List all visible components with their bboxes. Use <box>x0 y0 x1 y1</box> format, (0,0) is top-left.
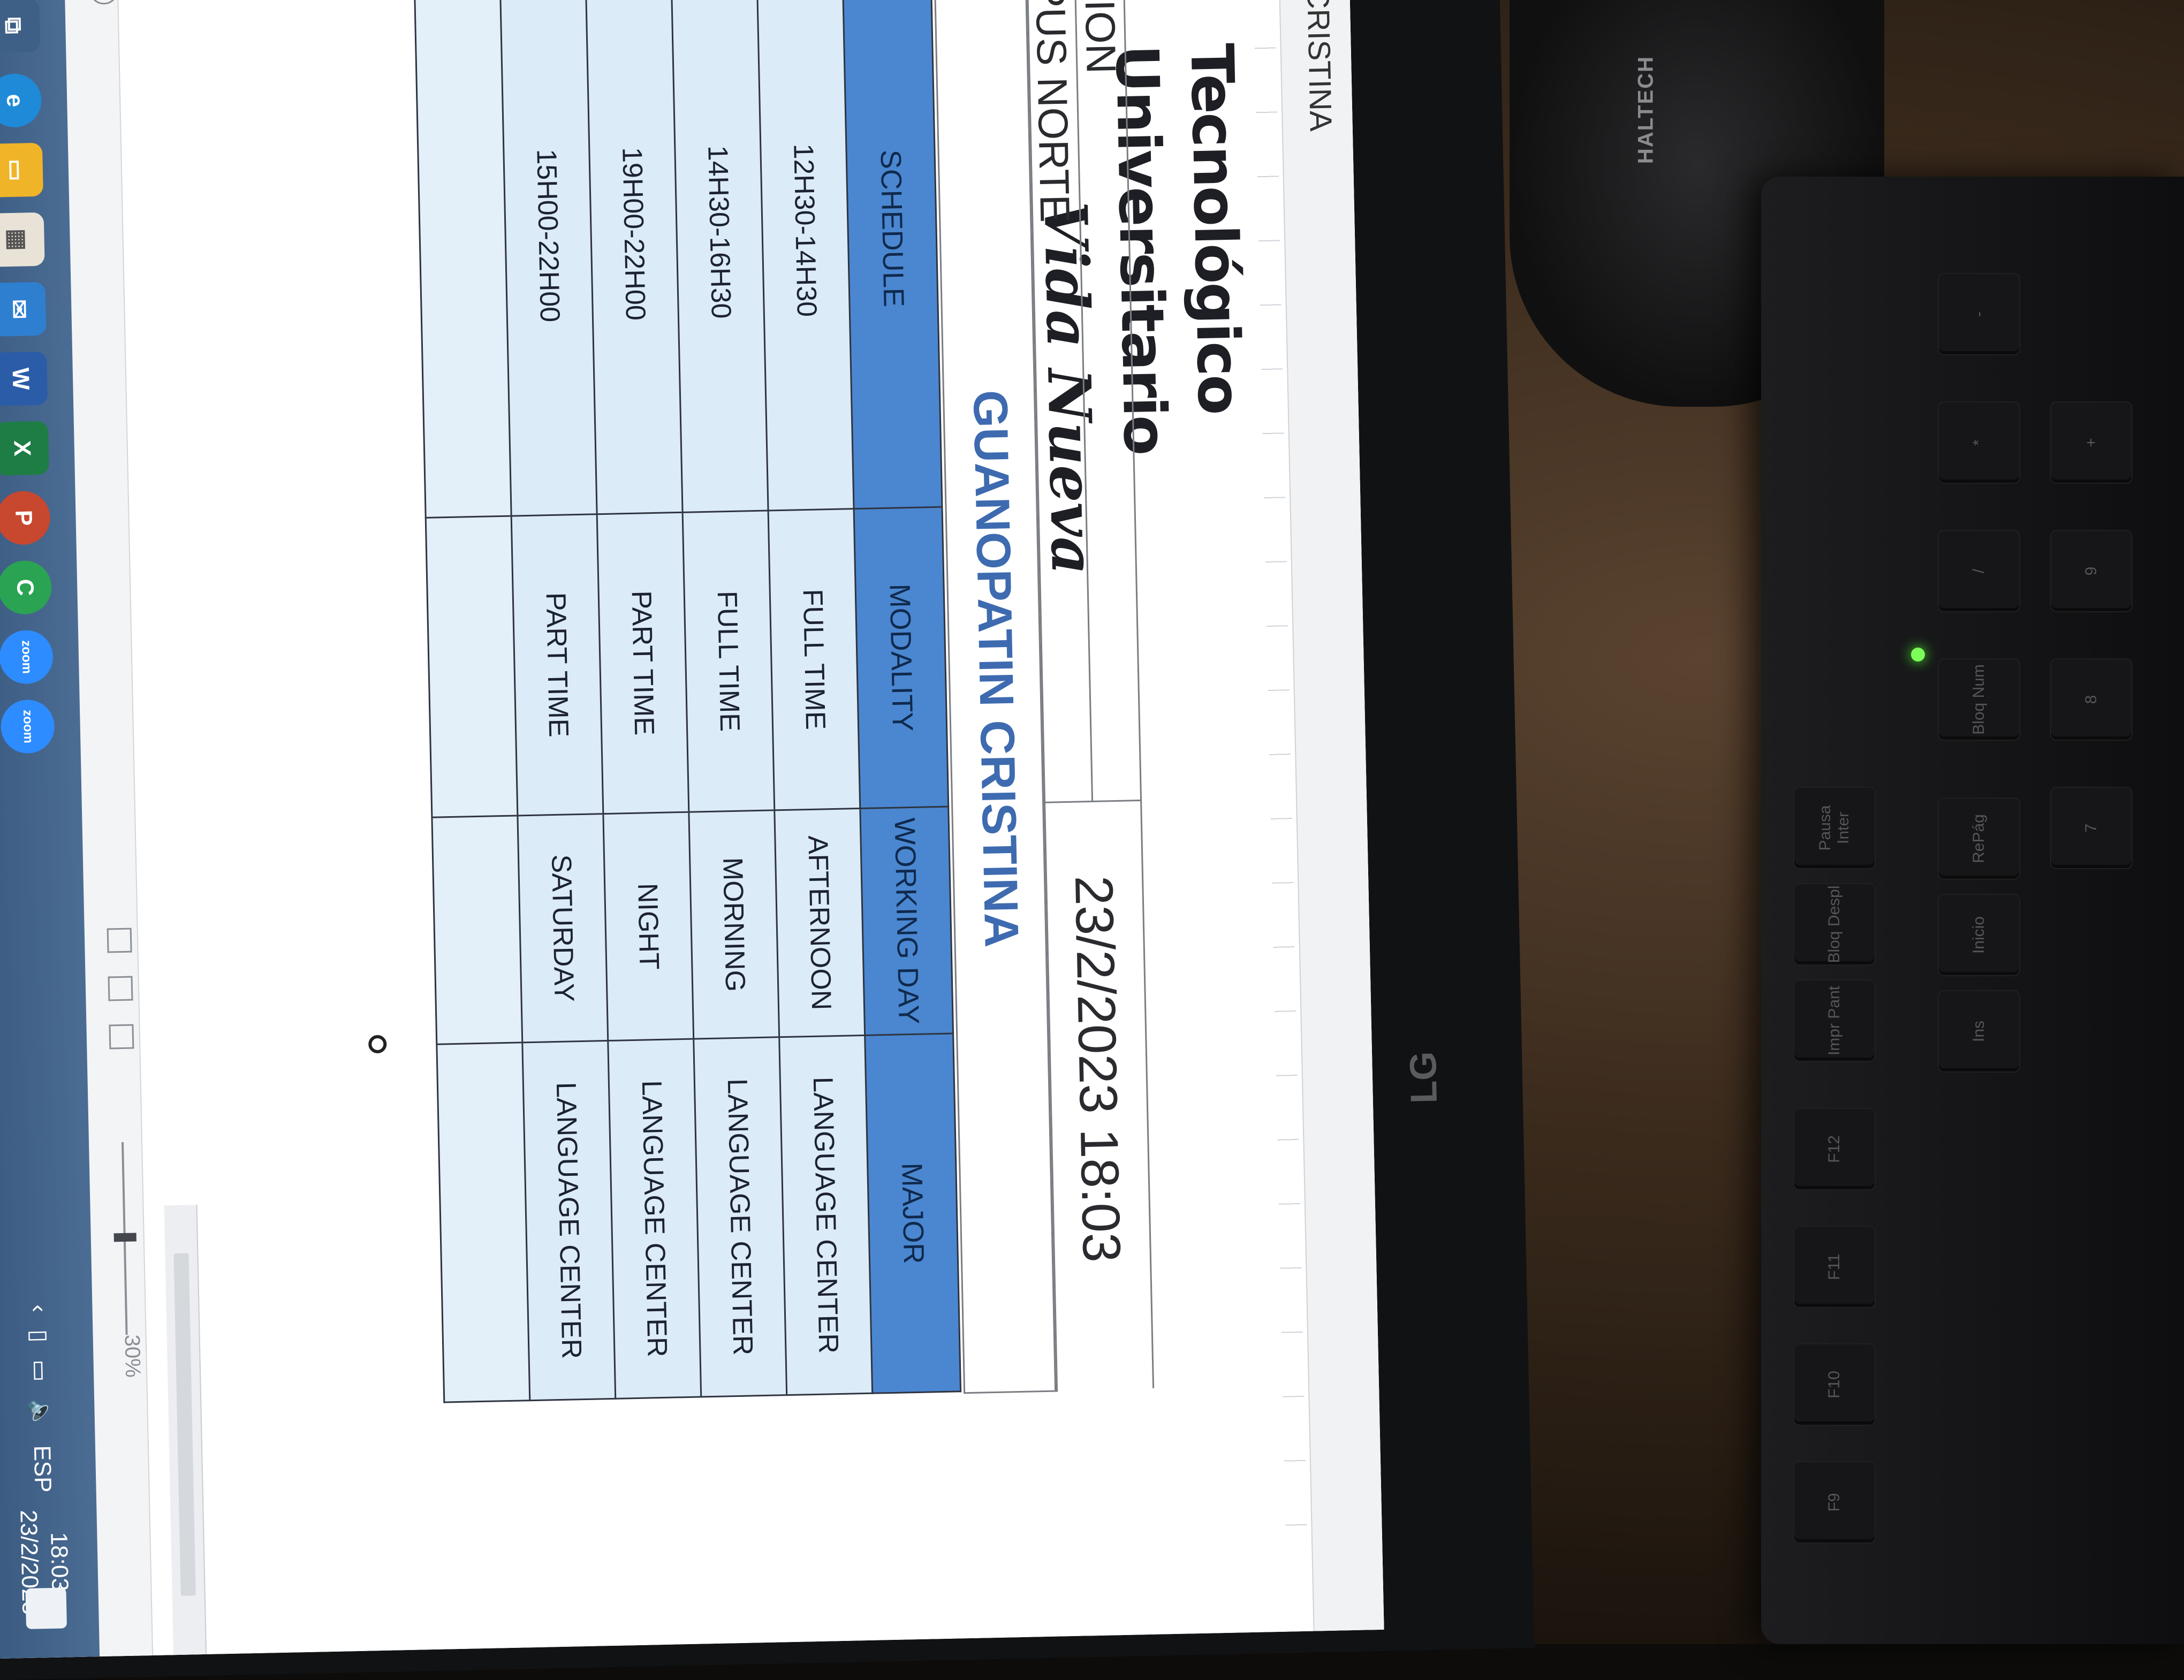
system-tray: ‹ ▯ ▭ 🔈 ESP 18:03 23/2/2023 <box>1 1304 82 1615</box>
key-numpad-7[interactable]: 7 <box>2050 787 2133 869</box>
header-working-day[interactable]: WORKING DAY <box>860 807 953 1036</box>
key-f9[interactable]: F9 <box>1793 1461 1876 1544</box>
key-insert[interactable]: Ins <box>1938 990 2020 1073</box>
desktop-display: N CRISTINA Tecnológico Universitario Vid… <box>0 0 1384 1659</box>
cell-major[interactable]: LANGUAGE CENTER <box>779 1035 873 1395</box>
campus-label[interactable]: MPUS NORTE <box>1026 0 1079 223</box>
normal-view-icon[interactable] <box>107 928 132 953</box>
key-home[interactable]: Inicio <box>1938 894 2020 976</box>
volume-icon[interactable]: 🔈 <box>27 1398 55 1428</box>
key-print-screen[interactable]: Impr Pant <box>1793 979 1876 1062</box>
num-lock-led <box>1911 648 1925 662</box>
monitor: N CRISTINA Tecnológico Universitario Vid… <box>0 0 1535 1680</box>
cell-modality[interactable]: FULL TIME <box>682 510 775 812</box>
cell-working-day[interactable]: NIGHT <box>603 812 694 1041</box>
key-numpad-plus[interactable]: + <box>2050 401 2133 484</box>
cell-major[interactable]: LANGUAGE CENTER <box>522 1040 616 1401</box>
cell-working-day[interactable]: SATURDAY <box>517 814 608 1043</box>
task-view-icon[interactable]: ⧉ <box>0 0 41 53</box>
key-page-up[interactable]: RePág <box>1938 797 2020 880</box>
key-numpad-minus[interactable]: - <box>1938 273 2020 355</box>
notification-icon[interactable] <box>25 1587 67 1629</box>
cell-major[interactable]: LANGUAGE CENTER <box>608 1038 701 1399</box>
key-f11[interactable]: F11 <box>1793 1226 1876 1308</box>
info-separator <box>1044 800 1141 803</box>
horizontal-scrollbar[interactable] <box>164 1205 207 1655</box>
document-tab-label[interactable]: N CRISTINA <box>1295 0 1342 132</box>
key-f12[interactable]: F12 <box>1793 1108 1876 1190</box>
cell-modality[interactable]: FULL TIME <box>768 508 860 811</box>
language-indicator[interactable]: ESP <box>28 1445 56 1493</box>
cell-schedule[interactable]: 14H30-16H30 <box>671 0 769 512</box>
cell-working-day[interactable]: MORNING <box>688 810 779 1039</box>
key-numpad-9[interactable]: 9 <box>2050 530 2133 612</box>
key-scroll-lock[interactable]: Bloq Despl <box>1793 883 1876 966</box>
key-f10[interactable]: F10 <box>1793 1343 1876 1426</box>
key-numpad-8[interactable]: 8 <box>2050 658 2133 741</box>
page-break-view-icon[interactable] <box>109 1024 134 1050</box>
mouse-brand-label: HALTECH <box>1634 55 1658 164</box>
taskbar-excel-icon[interactable]: X <box>0 421 49 476</box>
chevron-up-icon[interactable]: ‹ <box>25 1304 52 1313</box>
cell-schedule[interactable]: 12H30-14H30 <box>756 0 854 511</box>
monitor-brand-logo: LG <box>1402 1051 1445 1104</box>
key-numpad-multiply[interactable]: * <box>1938 401 2020 484</box>
network-icon[interactable]: ▭ <box>26 1359 54 1382</box>
page-layout-view-icon[interactable] <box>108 976 133 1001</box>
cell-working-day[interactable] <box>431 816 522 1044</box>
cell-schedule[interactable]: 19H00-22H00 <box>585 0 683 514</box>
cell-modality[interactable]: PART TIME <box>511 514 603 816</box>
key-numpad-divide[interactable]: / <box>1938 530 2020 612</box>
keyboard: F9 F10 F11 F12 Impr Pant Bloq Despl Paus… <box>1761 177 2184 1644</box>
taskbar-store-icon[interactable]: ▦ <box>0 212 45 267</box>
cell-modality[interactable]: PART TIME <box>597 512 689 814</box>
cell-modality[interactable] <box>426 515 518 818</box>
taskbar-mail-icon[interactable]: ✉ <box>0 282 47 337</box>
header-modality[interactable]: MODALITY <box>854 506 949 809</box>
zoom-level[interactable]: 30% <box>120 1334 145 1378</box>
taskbar-file-explorer-icon[interactable]: ▭ <box>0 142 43 197</box>
mouse-cursor-icon <box>368 1035 387 1054</box>
section-label[interactable]: CTION <box>1075 0 1125 74</box>
cell-major[interactable]: LANGUAGE CENTER <box>693 1037 787 1397</box>
cell-working-day[interactable]: AFTERNOON <box>774 808 865 1037</box>
cell-schedule[interactable] <box>414 0 512 518</box>
monitor-screen: N CRISTINA Tecnológico Universitario Vid… <box>0 0 1384 1659</box>
scrollbar-thumb[interactable] <box>173 1253 196 1596</box>
schedule-table: SCHEDULE MODALITY WORKING DAY MAJOR 12H3… <box>413 0 961 1403</box>
datetime-cell[interactable]: 23/2/2023 18:03 <box>1045 875 1150 1264</box>
battery-icon[interactable]: ▯ <box>26 1329 53 1342</box>
cell-schedule[interactable]: 15H00-22H00 <box>499 0 597 516</box>
key-num-lock[interactable]: Bloq Num <box>1938 658 2020 741</box>
spreadsheet-window: N CRISTINA Tecnológico Universitario Vid… <box>74 0 1384 1656</box>
key-pause[interactable]: Pausa Inter <box>1793 787 1876 869</box>
cell-major[interactable] <box>436 1042 530 1403</box>
zoom-slider-handle[interactable] <box>113 1233 136 1242</box>
header-schedule[interactable]: SCHEDULE <box>842 0 942 509</box>
header-major[interactable]: MAJOR <box>864 1033 961 1394</box>
taskbar-word-icon[interactable]: W <box>0 351 48 406</box>
